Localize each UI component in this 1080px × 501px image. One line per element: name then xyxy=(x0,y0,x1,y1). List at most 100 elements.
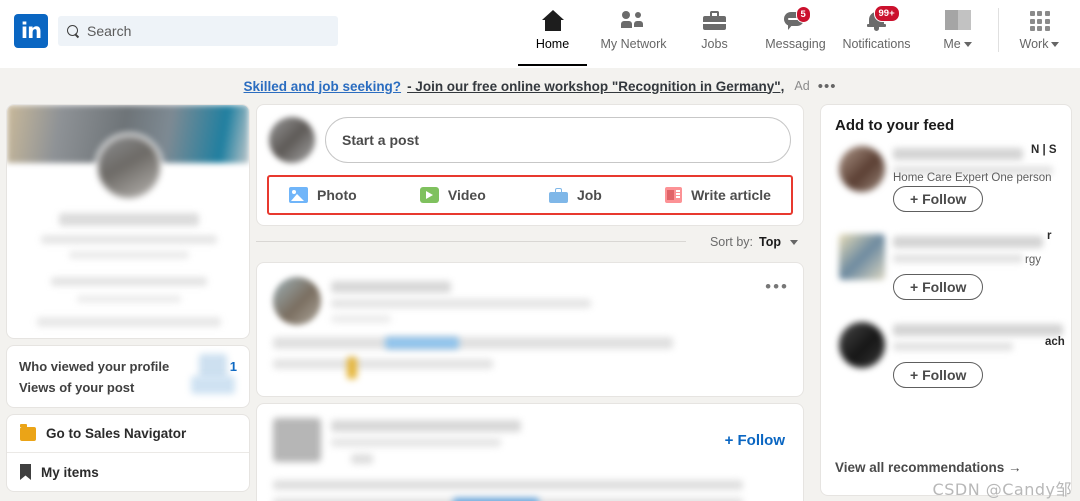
start-a-post-placeholder: Start a post xyxy=(342,132,420,148)
post2-timestamp-blurred xyxy=(351,454,373,464)
view-all-recommendations-link[interactable]: View all recommendations → xyxy=(835,460,1022,475)
avatar-icon xyxy=(944,8,971,34)
main-columns: Who viewed your profile 1 Views of your … xyxy=(0,104,1080,501)
nav-item-me[interactable]: Me xyxy=(917,0,998,66)
linkedin-feed-page: in Search Home My Network Jobs 5 Messagi… xyxy=(0,0,1080,501)
post2-text-line-1-blurred xyxy=(273,480,743,490)
composer-action-label-video: Video xyxy=(447,187,486,203)
nav-item-work[interactable]: Work xyxy=(999,0,1080,66)
bookmark-icon xyxy=(20,464,31,480)
composer-action-label-photo: Photo xyxy=(317,187,357,203)
profile-detail-blurred xyxy=(51,277,207,286)
feed-column: Start a post Photo Video Job Write artic… xyxy=(256,104,804,501)
post-timestamp-blurred xyxy=(331,315,391,323)
sidebar-item-my-items[interactable]: My items xyxy=(7,452,249,491)
ad-options-icon[interactable]: ••• xyxy=(818,78,837,95)
search-placeholder: Search xyxy=(87,23,132,39)
article-icon xyxy=(665,187,683,203)
suggestion-name-3-blurred xyxy=(893,324,1063,336)
sidebar-label-sales-navigator: Go to Sales Navigator xyxy=(46,426,187,441)
sort-divider xyxy=(256,241,686,242)
feed-post-2[interactable]: + Follow xyxy=(256,403,804,501)
profile-location-blurred xyxy=(69,251,189,259)
bell-icon: 99+ xyxy=(865,5,900,34)
messaging-badge: 5 xyxy=(795,6,811,23)
linkedin-logo[interactable]: in xyxy=(14,14,48,48)
follow-button-1[interactable]: + Follow xyxy=(893,186,984,212)
left-sidebar: Who viewed your profile 1 Views of your … xyxy=(6,104,250,492)
suggestion-side-text-2: r xyxy=(1047,230,1052,242)
composer-row: Start a post xyxy=(269,117,791,175)
post-composer-card: Start a post Photo Video Job Write artic… xyxy=(256,104,804,226)
profile-card[interactable] xyxy=(6,104,250,339)
post-emoji-blurred xyxy=(347,357,357,379)
post2-author-avatar-blurred[interactable] xyxy=(273,418,321,462)
composer-action-photo[interactable]: Photo xyxy=(281,183,365,207)
nav-item-notifications[interactable]: 99+ Notifications xyxy=(836,0,917,66)
sort-by-value[interactable]: Top xyxy=(759,235,781,249)
global-navbar: in Search Home My Network Jobs 5 Messagi… xyxy=(0,0,1080,68)
suggestion-sub-3-blurred xyxy=(893,342,1013,351)
post-text-line-1-blurred xyxy=(273,337,673,349)
follow-button-2[interactable]: + Follow xyxy=(893,274,984,300)
post2-author-headline-blurred xyxy=(331,438,501,447)
profile-avatar[interactable] xyxy=(95,133,163,201)
feed-sort-bar: Sort by: Top xyxy=(256,226,804,256)
composer-action-video[interactable]: Video xyxy=(412,183,494,207)
sidebar-item-sales-navigator[interactable]: Go to Sales Navigator xyxy=(7,415,249,452)
suggestion-avatar-3[interactable] xyxy=(839,322,885,368)
suggestion-side-text-3: ach xyxy=(1045,336,1065,348)
composer-action-label-write-article: Write article xyxy=(691,187,771,203)
nav-item-my-network[interactable]: My Network xyxy=(593,0,674,66)
ad-headline-link[interactable]: Skilled and job seeking? xyxy=(244,79,402,94)
ad-banner: Skilled and job seeking? - Join our free… xyxy=(0,68,1080,104)
watermark: CSDN @Candy邹 xyxy=(932,480,1072,499)
post2-author-name-blurred xyxy=(331,420,521,432)
stat-label-profile-views: Who viewed your profile xyxy=(19,359,170,374)
chevron-down-icon xyxy=(963,42,972,48)
chevron-down-icon xyxy=(1051,42,1060,48)
suggestion-item-3: ach + Follow xyxy=(835,318,1065,406)
add-to-feed-card: Add to your feed N | S Home Care Expert … xyxy=(820,104,1072,496)
composer-actions-highlighted: Photo Video Job Write article xyxy=(267,175,793,215)
nav-label-jobs: Jobs xyxy=(701,37,728,51)
sales-navigator-icon xyxy=(20,423,36,441)
suggestion-avatar-1[interactable] xyxy=(839,146,885,192)
post-text-link-blurred xyxy=(385,337,459,349)
left-links-card: Go to Sales Navigator My items xyxy=(6,414,250,492)
stat-blurred-overlay-2 xyxy=(191,376,235,394)
post-follow-button[interactable]: + Follow xyxy=(725,432,785,449)
suggestion-name-2-blurred xyxy=(893,236,1043,248)
post-author-avatar[interactable] xyxy=(273,277,321,325)
profile-headline-blurred xyxy=(41,235,217,244)
suggestion-subtitle-2: rgy xyxy=(1025,254,1041,266)
feed-post-1[interactable]: ••• xyxy=(256,262,804,397)
search-input[interactable]: Search xyxy=(58,16,338,46)
suggestion-name-1-blurred xyxy=(893,148,1023,160)
start-a-post-button[interactable]: Start a post xyxy=(325,117,791,163)
grid-icon xyxy=(1029,8,1050,34)
nav-item-home[interactable]: Home xyxy=(512,0,593,66)
suggestion-sub-2-blurred xyxy=(893,254,1023,263)
search-icon xyxy=(67,24,80,38)
composer-action-job[interactable]: Job xyxy=(541,183,610,207)
nav-label-notifications: Notifications xyxy=(842,37,911,51)
message-bubble-icon: 5 xyxy=(783,6,811,34)
job-briefcase-icon xyxy=(548,187,568,203)
sort-by-label: Sort by: xyxy=(709,235,754,249)
add-to-feed-title: Add to your feed xyxy=(835,117,955,134)
chevron-down-icon[interactable] xyxy=(790,239,798,245)
profile-detail2-blurred xyxy=(77,295,181,303)
post-options-icon[interactable]: ••• xyxy=(765,277,789,297)
nav-item-jobs[interactable]: Jobs xyxy=(674,0,755,66)
suggestion-subtitle-1: Home Care Expert One person xyxy=(893,172,1052,184)
post-author-headline-blurred xyxy=(331,299,591,308)
nav-label-my-network: My Network xyxy=(600,37,667,51)
composer-action-write-article[interactable]: Write article xyxy=(657,183,779,207)
briefcase-icon xyxy=(703,8,726,34)
follow-button-3[interactable]: + Follow xyxy=(893,362,984,388)
composer-avatar[interactable] xyxy=(269,117,315,163)
suggestion-avatar-2[interactable] xyxy=(839,234,885,280)
nav-item-messaging[interactable]: 5 Messaging xyxy=(755,0,836,66)
ad-body-text[interactable]: - Join our free online workshop "Recogni… xyxy=(407,79,784,94)
